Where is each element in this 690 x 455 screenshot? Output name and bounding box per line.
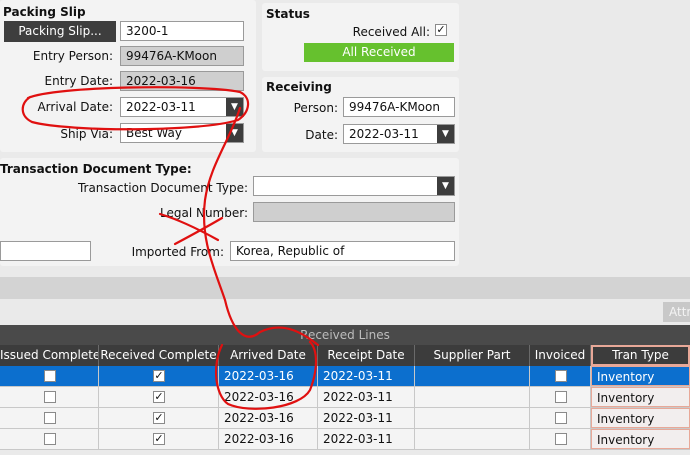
issued-complete-checkbox[interactable] xyxy=(43,433,56,445)
cell-issued-complete xyxy=(0,408,99,428)
received-complete-checkbox[interactable] xyxy=(153,391,165,403)
cell-received-complete xyxy=(99,429,219,449)
status-badge: All Received xyxy=(304,43,454,62)
arrival-date-dropdown[interactable]: 2022-03-11 ▼ xyxy=(120,97,244,117)
cell-arrived-date[interactable]: 2022-03-16 xyxy=(219,429,318,449)
cell-received-complete xyxy=(99,408,219,428)
cell-issued-complete xyxy=(0,429,99,449)
issued-complete-checkbox[interactable] xyxy=(43,412,56,424)
table-row[interactable]: 2022-03-162022-03-11 Inventory xyxy=(0,387,690,408)
cell-supplier-part[interactable] xyxy=(415,366,530,386)
attr-button[interactable]: Attr xyxy=(663,302,690,322)
packing-slip-button[interactable]: Packing Slip... xyxy=(4,21,116,42)
cell-supplier-part[interactable] xyxy=(415,387,530,407)
table-row[interactable]: 2022-03-162022-03-11 Inventory xyxy=(0,429,690,450)
cell-tran-type[interactable]: Inventory xyxy=(591,366,690,386)
chevron-down-icon[interactable]: ▼ xyxy=(437,177,454,195)
issued-complete-checkbox[interactable] xyxy=(43,391,56,403)
column-header-tran-type[interactable]: Tran Type xyxy=(591,345,690,366)
cell-invoiced xyxy=(530,408,591,428)
legal-number-field xyxy=(253,202,455,222)
cell-arrived-date[interactable]: 2022-03-16 xyxy=(219,387,318,407)
receiving-date-label: Date: xyxy=(305,128,338,142)
invoiced-checkbox[interactable] xyxy=(554,391,567,403)
invoiced-checkbox[interactable] xyxy=(554,370,567,382)
arrival-date-value: 2022-03-11 xyxy=(126,100,196,114)
cell-receipt-date[interactable]: 2022-03-11 xyxy=(318,429,415,449)
entry-date-field: 2022-03-16 xyxy=(120,71,244,91)
column-header-supplier-part[interactable]: Supplier Part xyxy=(415,345,530,366)
table-row[interactable]: 2022-03-162022-03-11 Inventory xyxy=(0,408,690,429)
cell-received-complete xyxy=(99,387,219,407)
cell-tran-type[interactable]: Inventory xyxy=(591,387,690,407)
transaction-title: Transaction Document Type: xyxy=(0,162,192,176)
imported-from-field[interactable]: Korea, Republic of xyxy=(230,241,455,261)
invoiced-checkbox[interactable] xyxy=(554,412,567,424)
cell-supplier-part[interactable] xyxy=(415,408,530,428)
cell-tran-type[interactable]: Inventory xyxy=(591,408,690,428)
chevron-down-icon[interactable]: ▼ xyxy=(226,98,243,116)
cell-invoiced xyxy=(530,387,591,407)
left-partial-field[interactable] xyxy=(0,241,91,261)
column-header-issued-complete[interactable]: Issued Complete xyxy=(0,345,99,366)
cell-invoiced xyxy=(530,429,591,449)
cell-issued-complete xyxy=(0,387,99,407)
grid-caption: Received Lines xyxy=(0,325,690,345)
cell-received-complete xyxy=(99,366,219,386)
received-complete-checkbox[interactable] xyxy=(153,412,165,424)
cell-tran-type[interactable]: Inventory xyxy=(591,429,690,449)
imported-from-label: Imported From: xyxy=(131,245,224,259)
column-header-receipt-date[interactable]: Receipt Date xyxy=(318,345,415,366)
received-complete-checkbox[interactable] xyxy=(153,370,165,382)
receiving-person-field[interactable]: 99476A-KMoon xyxy=(343,97,455,117)
entry-date-label: Entry Date: xyxy=(44,74,113,88)
status-title: Status xyxy=(266,7,310,21)
invoiced-checkbox[interactable] xyxy=(554,433,567,445)
cell-arrived-date[interactable]: 2022-03-16 xyxy=(219,408,318,428)
ship-via-dropdown[interactable]: Best Way ▼ xyxy=(120,123,244,143)
cell-receipt-date[interactable]: 2022-03-11 xyxy=(318,366,415,386)
ship-via-label: Ship Via: xyxy=(60,127,113,141)
entry-person-field: 99476A-KMoon xyxy=(120,46,244,66)
cell-issued-complete xyxy=(0,366,99,386)
chevron-down-icon[interactable]: ▼ xyxy=(437,125,454,143)
chevron-down-icon[interactable]: ▼ xyxy=(226,124,243,142)
doc-type-dropdown[interactable]: ▼ xyxy=(253,176,455,196)
arrival-date-label: Arrival Date: xyxy=(37,100,113,114)
issued-complete-checkbox[interactable] xyxy=(43,370,56,382)
receiving-person-label: Person: xyxy=(293,101,338,115)
column-header-received-complete[interactable]: Received Complete xyxy=(99,345,219,366)
legal-number-label: Legal Number: xyxy=(159,206,248,220)
entry-person-label: Entry Person: xyxy=(32,49,113,63)
cell-arrived-date[interactable]: 2022-03-16 xyxy=(219,366,318,386)
packing-slip-title: Packing Slip xyxy=(3,5,86,19)
column-header-invoiced[interactable]: Invoiced xyxy=(530,345,591,366)
received-complete-checkbox[interactable] xyxy=(153,433,165,445)
doc-type-label: Transaction Document Type: xyxy=(77,181,248,195)
table-row[interactable]: 2022-03-162022-03-11 Inventory xyxy=(0,366,690,387)
packing-slip-field[interactable]: 3200-1 xyxy=(120,21,244,41)
receiving-date-dropdown[interactable]: 2022-03-11 ▼ xyxy=(343,124,455,144)
received-all-checkbox[interactable] xyxy=(435,24,447,36)
section-separator xyxy=(0,277,690,299)
cell-receipt-date[interactable]: 2022-03-11 xyxy=(318,387,415,407)
receiving-date-value: 2022-03-11 xyxy=(349,127,419,141)
received-all-label: Received All: xyxy=(352,25,430,39)
cell-invoiced xyxy=(530,366,591,386)
column-header-arrived-date[interactable]: Arrived Date xyxy=(219,345,318,366)
ship-via-value: Best Way xyxy=(126,126,182,140)
cell-receipt-date[interactable]: 2022-03-11 xyxy=(318,408,415,428)
cell-supplier-part[interactable] xyxy=(415,429,530,449)
receiving-title: Receiving xyxy=(266,80,332,94)
